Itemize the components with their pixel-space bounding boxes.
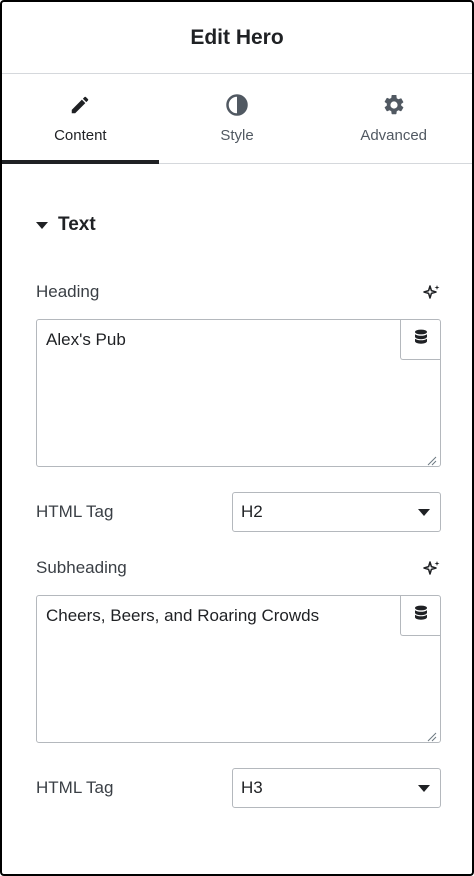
heading-tag-select[interactable]: H2 xyxy=(232,492,441,532)
chevron-down-icon xyxy=(418,785,430,792)
panel-tabs: Content Style Advanced xyxy=(2,74,472,164)
contrast-icon xyxy=(225,93,249,117)
subheading-textarea[interactable]: Cheers, Beers, and Roaring Crowds xyxy=(36,595,441,743)
panel-header: Edit Hero xyxy=(2,2,472,74)
database-icon xyxy=(414,329,428,350)
caret-down-icon xyxy=(36,221,48,229)
heading-value: Alex's Pub xyxy=(46,330,126,349)
subheading-tag-select[interactable]: H3 xyxy=(232,768,441,808)
pencil-icon xyxy=(68,93,92,117)
editor-panel: Edit Hero Content Style Advanced Text He… xyxy=(0,0,474,876)
tab-label: Advanced xyxy=(360,127,428,144)
gear-icon xyxy=(382,93,406,117)
ai-sparkle-icon[interactable] xyxy=(422,559,442,579)
panel-title: Edit Hero xyxy=(190,25,284,49)
resize-handle-icon[interactable] xyxy=(427,453,437,466)
subheading-label: Subheading xyxy=(36,558,127,577)
heading-tag-label: HTML Tag xyxy=(36,502,114,521)
resize-handle-icon[interactable] xyxy=(427,729,437,742)
tab-label: Style xyxy=(220,127,254,144)
heading-textarea[interactable]: Alex's Pub xyxy=(36,319,441,467)
dynamic-tags-button[interactable] xyxy=(400,320,440,360)
subheading-tag-label: HTML Tag xyxy=(36,778,114,797)
ai-sparkle-icon[interactable] xyxy=(422,283,442,303)
section-title: Text xyxy=(58,214,96,235)
tab-style[interactable]: Style xyxy=(159,74,316,163)
chevron-down-icon xyxy=(418,509,430,516)
tab-label: Content xyxy=(54,127,107,144)
subheading-tag-value: H3 xyxy=(241,778,263,797)
subheading-value: Cheers, Beers, and Roaring Crowds xyxy=(46,606,320,625)
database-icon xyxy=(414,605,428,626)
tab-content[interactable]: Content xyxy=(2,74,159,164)
tab-advanced[interactable]: Advanced xyxy=(315,74,472,163)
section-toggle-text[interactable]: Text xyxy=(36,214,96,236)
dynamic-tags-button[interactable] xyxy=(400,596,440,636)
heading-label: Heading xyxy=(36,282,100,301)
heading-tag-value: H2 xyxy=(241,502,263,521)
